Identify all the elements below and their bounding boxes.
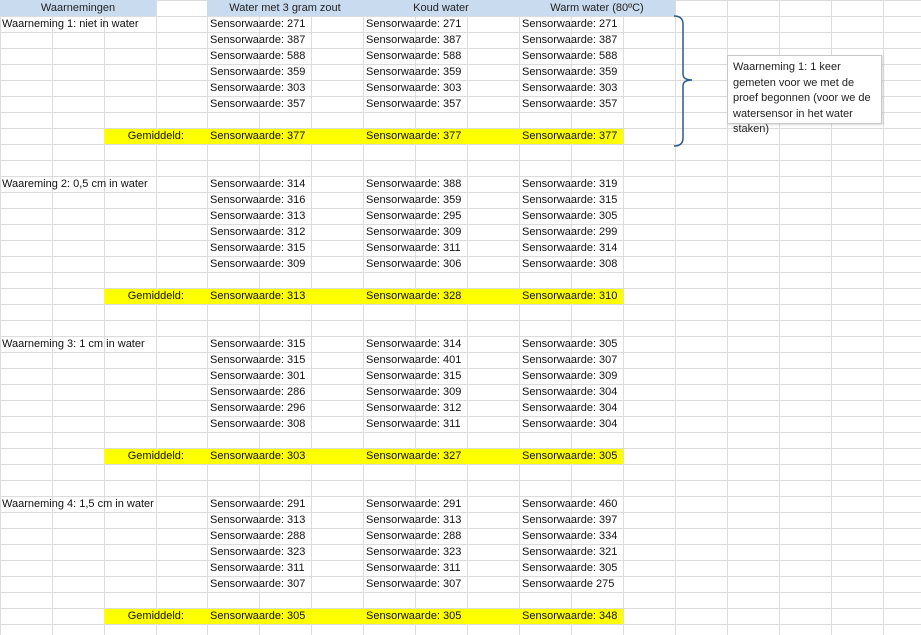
- value-cell-zout[interactable]: Sensorwaarde: 271: [210, 16, 360, 32]
- average-label[interactable]: Gemiddeld:: [104, 288, 184, 304]
- value-cell-warm[interactable]: Sensorwaarde: 309: [522, 368, 672, 384]
- value-cell-warm[interactable]: Sensorwaarde: 305: [522, 560, 672, 576]
- value-cell-warm[interactable]: Sensorwaarde: 314: [522, 240, 672, 256]
- value-cell-zout[interactable]: Sensorwaarde: 357: [210, 96, 360, 112]
- value-cell-koud[interactable]: Sensorwaarde: 311: [366, 560, 516, 576]
- value-cell-zout[interactable]: Sensorwaarde: 588: [210, 48, 360, 64]
- value-cell-zout[interactable]: Sensorwaarde: 313: [210, 208, 360, 224]
- value-cell-koud[interactable]: Sensorwaarde: 387: [366, 32, 516, 48]
- block-title[interactable]: Waarneming 1: niet in water: [2, 16, 202, 32]
- value-cell-warm[interactable]: Sensorwaarde: 305: [522, 208, 672, 224]
- value-cell-warm[interactable]: Sensorwaarde: 304: [522, 400, 672, 416]
- value-cell-warm[interactable]: Sensorwaarde: 271: [522, 16, 672, 32]
- value-cell-warm[interactable]: Sensorwaarde: 304: [522, 384, 672, 400]
- value-cell-koud[interactable]: Sensorwaarde: 312: [366, 400, 516, 416]
- value-cell-koud[interactable]: Sensorwaarde: 306: [366, 256, 516, 272]
- value-cell-warm[interactable]: Sensorwaarde: 305: [522, 336, 672, 352]
- value-cell-koud[interactable]: Sensorwaarde: 323: [366, 544, 516, 560]
- value-cell-zout[interactable]: Sensorwaarde: 311: [210, 560, 360, 576]
- value-cell-koud[interactable]: Sensorwaarde: 359: [366, 64, 516, 80]
- value-cell-zout[interactable]: Sensorwaarde: 291: [210, 496, 360, 512]
- value-cell-koud[interactable]: Sensorwaarde: 307: [366, 576, 516, 592]
- value-cell-koud[interactable]: Sensorwaarde: 271: [366, 16, 516, 32]
- average-cell-zout[interactable]: Sensorwaarde: 303: [210, 448, 360, 464]
- value-cell-warm[interactable]: Sensorwaarde: 357: [522, 96, 672, 112]
- value-cell-zout[interactable]: Sensorwaarde: 314: [210, 176, 360, 192]
- value-cell-zout[interactable]: Sensorwaarde: 308: [210, 416, 360, 432]
- value-cell-koud[interactable]: Sensorwaarde: 588: [366, 48, 516, 64]
- value-cell-zout[interactable]: Sensorwaarde: 312: [210, 224, 360, 240]
- value-cell-zout[interactable]: Sensorwaarde: 387: [210, 32, 360, 48]
- value-cell-zout[interactable]: Sensorwaarde: 296: [210, 400, 360, 416]
- value-cell-koud[interactable]: Sensorwaarde: 303: [366, 80, 516, 96]
- header-zout[interactable]: Water met 3 gram zout: [207, 0, 363, 16]
- value-cell-koud[interactable]: Sensorwaarde: 309: [366, 224, 516, 240]
- value-cell-zout[interactable]: Sensorwaarde: 303: [210, 80, 360, 96]
- value-cell-zout[interactable]: Sensorwaarde: 309: [210, 256, 360, 272]
- average-cell-warm[interactable]: Sensorwaarde: 377: [522, 128, 672, 144]
- average-cell-warm[interactable]: Sensorwaarde: 310: [522, 288, 672, 304]
- value-cell-koud[interactable]: Sensorwaarde: 314: [366, 336, 516, 352]
- value-cell-zout[interactable]: Sensorwaarde: 288: [210, 528, 360, 544]
- value-cell-warm[interactable]: Sensorwaarde: 334: [522, 528, 672, 544]
- average-cell-zout[interactable]: Sensorwaarde: 313: [210, 288, 360, 304]
- value-cell-koud[interactable]: Sensorwaarde: 309: [366, 384, 516, 400]
- value-cell-koud[interactable]: Sensorwaarde: 291: [366, 496, 516, 512]
- block-title[interactable]: Waarneming 4: 1,5 cm in water: [2, 496, 202, 512]
- value-cell-warm[interactable]: Sensorwaarde: 304: [522, 416, 672, 432]
- value-cell-warm[interactable]: Sensorwaarde: 397: [522, 512, 672, 528]
- value-cell-warm[interactable]: Sensorwaarde: 315: [522, 192, 672, 208]
- average-cell-zout[interactable]: Sensorwaarde: 305: [210, 608, 360, 624]
- value-cell-warm[interactable]: Sensorwaarde 275: [522, 576, 672, 592]
- average-cell-koud[interactable]: Sensorwaarde: 377: [366, 128, 516, 144]
- value-cell-warm[interactable]: Sensorwaarde: 359: [522, 64, 672, 80]
- value-cell-warm[interactable]: Sensorwaarde: 319: [522, 176, 672, 192]
- block-title[interactable]: Waareming 2: 0,5 cm in water: [2, 176, 202, 192]
- average-label[interactable]: Gemiddeld:: [104, 448, 184, 464]
- value-cell-zout[interactable]: Sensorwaarde: 313: [210, 512, 360, 528]
- value-cell-warm[interactable]: Sensorwaarde: 308: [522, 256, 672, 272]
- value-cell-warm[interactable]: Sensorwaarde: 588: [522, 48, 672, 64]
- value-cell-koud[interactable]: Sensorwaarde: 311: [366, 240, 516, 256]
- value-cell-zout[interactable]: Sensorwaarde: 286: [210, 384, 360, 400]
- value-cell-zout[interactable]: Sensorwaarde: 315: [210, 240, 360, 256]
- average-label[interactable]: Gemiddeld:: [104, 128, 184, 144]
- value-cell-warm[interactable]: Sensorwaarde: 307: [522, 352, 672, 368]
- value-cell-warm[interactable]: Sensorwaarde: 460: [522, 496, 672, 512]
- value-cell-koud[interactable]: Sensorwaarde: 295: [366, 208, 516, 224]
- value-cell-koud[interactable]: Sensorwaarde: 313: [366, 512, 516, 528]
- average-cell-zout[interactable]: Sensorwaarde: 377: [210, 128, 360, 144]
- average-cell-warm[interactable]: Sensorwaarde: 305: [522, 448, 672, 464]
- value-cell-koud[interactable]: Sensorwaarde: 311: [366, 416, 516, 432]
- value-cell-warm[interactable]: Sensorwaarde: 299: [522, 224, 672, 240]
- value-cell-zout[interactable]: Sensorwaarde: 301: [210, 368, 360, 384]
- value-cell-warm[interactable]: Sensorwaarde: 303: [522, 80, 672, 96]
- average-cell-koud[interactable]: Sensorwaarde: 328: [366, 288, 516, 304]
- spreadsheet[interactable]: Waarnemingen Water met 3 gram zout Koud wa…: [0, 0, 921, 635]
- header-waarnemingen[interactable]: Waarnemingen: [0, 0, 156, 16]
- value-cell-zout[interactable]: Sensorwaarde: 323: [210, 544, 360, 560]
- bracket-annotation: [673, 15, 693, 147]
- block-title[interactable]: Waarneming 3: 1 cm in water: [2, 336, 202, 352]
- value-cell-warm[interactable]: Sensorwaarde: 321: [522, 544, 672, 560]
- value-cell-zout[interactable]: Sensorwaarde: 316: [210, 192, 360, 208]
- value-cell-zout[interactable]: Sensorwaarde: 315: [210, 352, 360, 368]
- average-cell-warm[interactable]: Sensorwaarde: 348: [522, 608, 672, 624]
- header-koud[interactable]: Koud water: [363, 0, 519, 16]
- value-cell-zout[interactable]: Sensorwaarde: 359: [210, 64, 360, 80]
- value-cell-zout[interactable]: Sensorwaarde: 307: [210, 576, 360, 592]
- value-cell-zout[interactable]: Sensorwaarde: 315: [210, 336, 360, 352]
- average-cell-koud[interactable]: Sensorwaarde: 305: [366, 608, 516, 624]
- average-label[interactable]: Gemiddeld:: [104, 608, 184, 624]
- value-cell-koud[interactable]: Sensorwaarde: 401: [366, 352, 516, 368]
- value-cell-koud[interactable]: Sensorwaarde: 357: [366, 96, 516, 112]
- value-cell-koud[interactable]: Sensorwaarde: 315: [366, 368, 516, 384]
- value-cell-koud[interactable]: Sensorwaarde: 359: [366, 192, 516, 208]
- value-cell-koud[interactable]: Sensorwaarde: 288: [366, 528, 516, 544]
- note-textbox[interactable]: Waarneming 1: 1 keer gemeten voor we met…: [727, 55, 882, 135]
- value-cell-koud[interactable]: Sensorwaarde: 388: [366, 176, 516, 192]
- average-cell-koud[interactable]: Sensorwaarde: 327: [366, 448, 516, 464]
- header-warm[interactable]: Warm water (80ºC): [519, 0, 675, 16]
- value-cell-warm[interactable]: Sensorwaarde: 387: [522, 32, 672, 48]
